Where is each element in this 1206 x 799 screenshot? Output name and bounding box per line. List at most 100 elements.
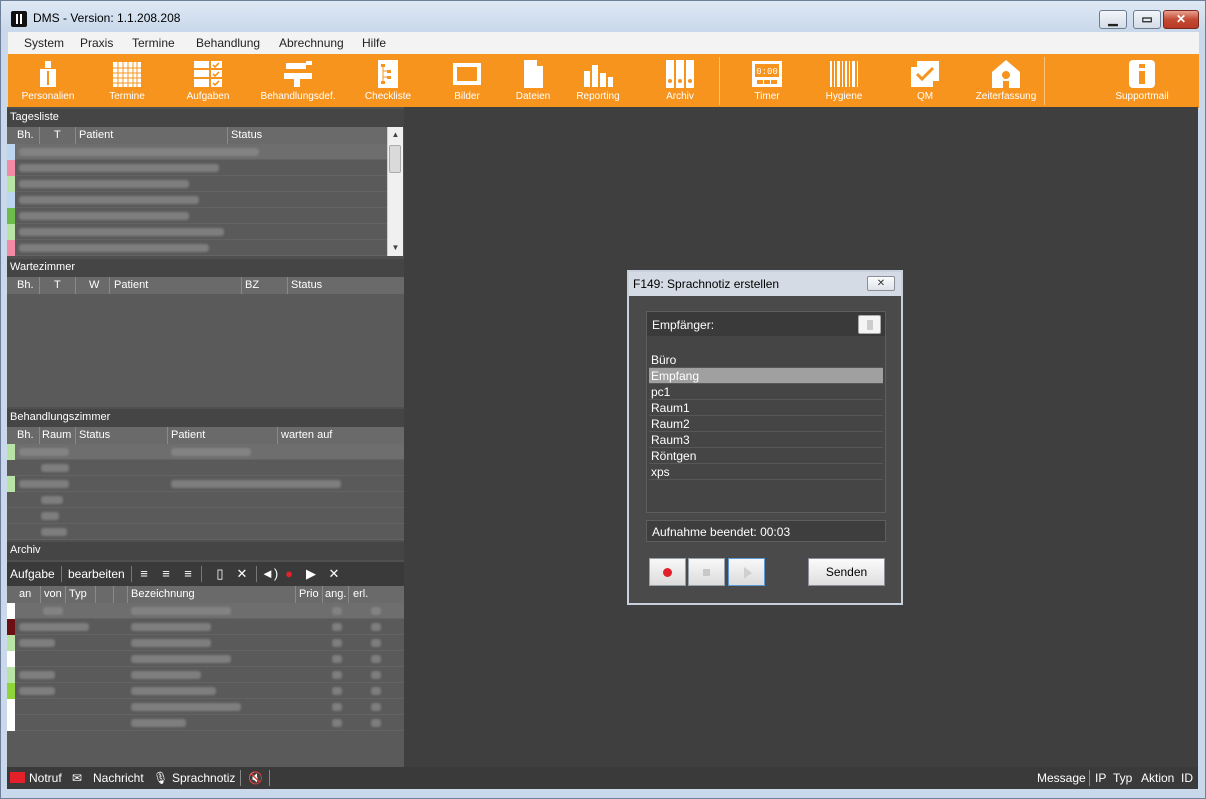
recipient-item[interactable]: pc1 bbox=[649, 384, 883, 400]
col-warten-auf[interactable]: warten auf bbox=[281, 429, 332, 441]
col-status[interactable]: Status bbox=[79, 429, 110, 441]
stop-button[interactable] bbox=[688, 558, 725, 586]
col-raum[interactable]: Raum bbox=[42, 429, 71, 441]
col-bh[interactable]: Bh. bbox=[17, 429, 34, 441]
menu-system[interactable]: System bbox=[24, 36, 64, 50]
col-von[interactable]: von bbox=[44, 588, 62, 600]
table-row[interactable] bbox=[7, 603, 404, 619]
table-row[interactable] bbox=[7, 176, 387, 192]
table-row[interactable] bbox=[7, 192, 387, 208]
toolbar-termine-button[interactable]: Termine bbox=[97, 54, 157, 108]
col-ang[interactable]: ang. bbox=[325, 588, 346, 600]
col-prio[interactable]: Prio bbox=[299, 588, 319, 600]
col-bh[interactable]: Bh. bbox=[17, 279, 34, 291]
record-icon[interactable]: ● bbox=[281, 566, 297, 582]
table-row[interactable] bbox=[7, 699, 404, 715]
nachricht-button[interactable]: Nachricht bbox=[93, 771, 144, 785]
toolbar-zeiterfassung-button[interactable]: Zeiterfassung bbox=[969, 54, 1043, 108]
col-bz[interactable]: BZ bbox=[245, 279, 259, 291]
table-row[interactable] bbox=[7, 619, 404, 635]
scroll-up-icon[interactable]: ▲ bbox=[388, 127, 403, 143]
recipient-item[interactable]: Raum2 bbox=[649, 416, 883, 432]
toolbar-bilder-button[interactable]: Bilder bbox=[441, 54, 493, 108]
scroll-down-icon[interactable]: ▼ bbox=[388, 240, 403, 256]
table-row[interactable] bbox=[7, 715, 404, 731]
toolbar-checkliste-button[interactable]: Checkliste bbox=[359, 54, 417, 108]
close-window-button[interactable]: ✕ bbox=[1163, 10, 1199, 29]
col-an[interactable]: an bbox=[19, 588, 31, 600]
col-patient[interactable]: Patient bbox=[171, 429, 205, 441]
col-bh[interactable]: Bh. bbox=[17, 129, 34, 141]
recipient-item[interactable]: Röntgen bbox=[649, 448, 883, 464]
maximize-button[interactable]: ▭ bbox=[1133, 10, 1161, 29]
toolbar-timer-button[interactable]: 0:00 Timer bbox=[741, 54, 793, 108]
col-typ[interactable]: Typ bbox=[69, 588, 87, 600]
toolbar-aufgaben-button[interactable]: Aufgaben bbox=[177, 54, 239, 108]
table-row[interactable] bbox=[7, 224, 387, 240]
col-t[interactable]: T bbox=[54, 129, 61, 141]
complete-task-icon[interactable]: ≡ bbox=[158, 566, 174, 582]
recipient-item-selected[interactable]: Empfang bbox=[649, 368, 883, 384]
col-bezeichnung[interactable]: Bezeichnung bbox=[131, 588, 195, 600]
table-row[interactable] bbox=[7, 651, 404, 667]
col-status[interactable]: Status bbox=[291, 279, 322, 291]
recipient-info-icon[interactable] bbox=[858, 315, 881, 334]
table-row[interactable] bbox=[7, 683, 404, 699]
table-row[interactable] bbox=[7, 444, 404, 460]
toolbar-qm-button[interactable]: QM bbox=[902, 54, 948, 108]
recipient-item[interactable]: Raum1 bbox=[649, 400, 883, 416]
close-icon[interactable]: ✕ bbox=[234, 566, 250, 582]
table-row[interactable] bbox=[7, 208, 387, 224]
dialog-close-button[interactable]: ✕ bbox=[867, 276, 895, 291]
table-row[interactable] bbox=[7, 635, 404, 651]
aufgabe-tab[interactable]: Aufgabe bbox=[10, 567, 55, 581]
table-row[interactable] bbox=[7, 460, 404, 476]
recipient-item[interactable]: Büro bbox=[649, 352, 883, 368]
col-patient[interactable]: Patient bbox=[79, 129, 113, 141]
table-row[interactable] bbox=[7, 240, 387, 256]
table-row[interactable] bbox=[7, 524, 404, 540]
envelope-icon[interactable]: ✉ bbox=[72, 771, 82, 785]
play-button[interactable] bbox=[728, 558, 765, 586]
toolbar-personalien-button[interactable]: Personalien bbox=[16, 54, 80, 108]
tagesliste-scrollbar[interactable]: ▲ ▼ bbox=[387, 127, 403, 256]
speaker-icon[interactable]: ◄) bbox=[261, 566, 278, 582]
col-erl[interactable]: erl. bbox=[353, 588, 368, 600]
menu-praxis[interactable]: Praxis bbox=[80, 36, 113, 50]
send-button[interactable]: Senden bbox=[808, 558, 885, 586]
menu-termine[interactable]: Termine bbox=[132, 36, 175, 50]
table-row[interactable] bbox=[7, 476, 404, 492]
add-task-icon[interactable]: ≡ bbox=[136, 566, 152, 582]
toolbar-archiv-button[interactable]: Archiv bbox=[652, 54, 708, 108]
col-w[interactable]: W bbox=[89, 279, 99, 291]
alarm-icon[interactable] bbox=[10, 772, 25, 783]
col-patient[interactable]: Patient bbox=[114, 279, 148, 291]
table-row[interactable] bbox=[7, 144, 387, 160]
recipient-item[interactable]: xps bbox=[649, 464, 883, 480]
menu-abrechnung[interactable]: Abrechnung bbox=[279, 36, 344, 50]
toolbar-hygiene-button[interactable]: Hygiene bbox=[817, 54, 871, 108]
speaker-mute-icon[interactable]: 🔇 bbox=[248, 771, 263, 785]
microphone-icon[interactable]: 🎙 bbox=[153, 771, 168, 785]
new-document-icon[interactable]: ▯ bbox=[212, 566, 228, 582]
col-status[interactable]: Status bbox=[231, 129, 262, 141]
sprachnotiz-button[interactable]: Sprachnotiz bbox=[172, 771, 235, 785]
delete-task-icon[interactable]: ≡ bbox=[180, 566, 196, 582]
recipient-item[interactable]: Raum3 bbox=[649, 432, 883, 448]
toolbar-dateien-button[interactable]: Dateien bbox=[509, 54, 557, 108]
scroll-thumb[interactable] bbox=[389, 145, 401, 173]
table-row[interactable] bbox=[7, 508, 404, 524]
notruf-button[interactable]: Notruf bbox=[29, 771, 62, 785]
bearbeiten-tab[interactable]: bearbeiten bbox=[68, 567, 125, 581]
table-row[interactable] bbox=[7, 492, 404, 508]
close-icon[interactable]: ✕ bbox=[326, 566, 342, 582]
col-t[interactable]: T bbox=[54, 279, 61, 291]
table-row[interactable] bbox=[7, 667, 404, 683]
minimize-button[interactable]: ▁ bbox=[1099, 10, 1127, 29]
toolbar-behandlungsdef-button[interactable]: Behandlungsdef. bbox=[255, 54, 341, 108]
play-icon[interactable]: ▶ bbox=[303, 566, 319, 582]
menu-behandlung[interactable]: Behandlung bbox=[196, 36, 260, 50]
table-row[interactable] bbox=[7, 160, 387, 176]
record-button[interactable] bbox=[649, 558, 686, 586]
menu-hilfe[interactable]: Hilfe bbox=[362, 36, 386, 50]
